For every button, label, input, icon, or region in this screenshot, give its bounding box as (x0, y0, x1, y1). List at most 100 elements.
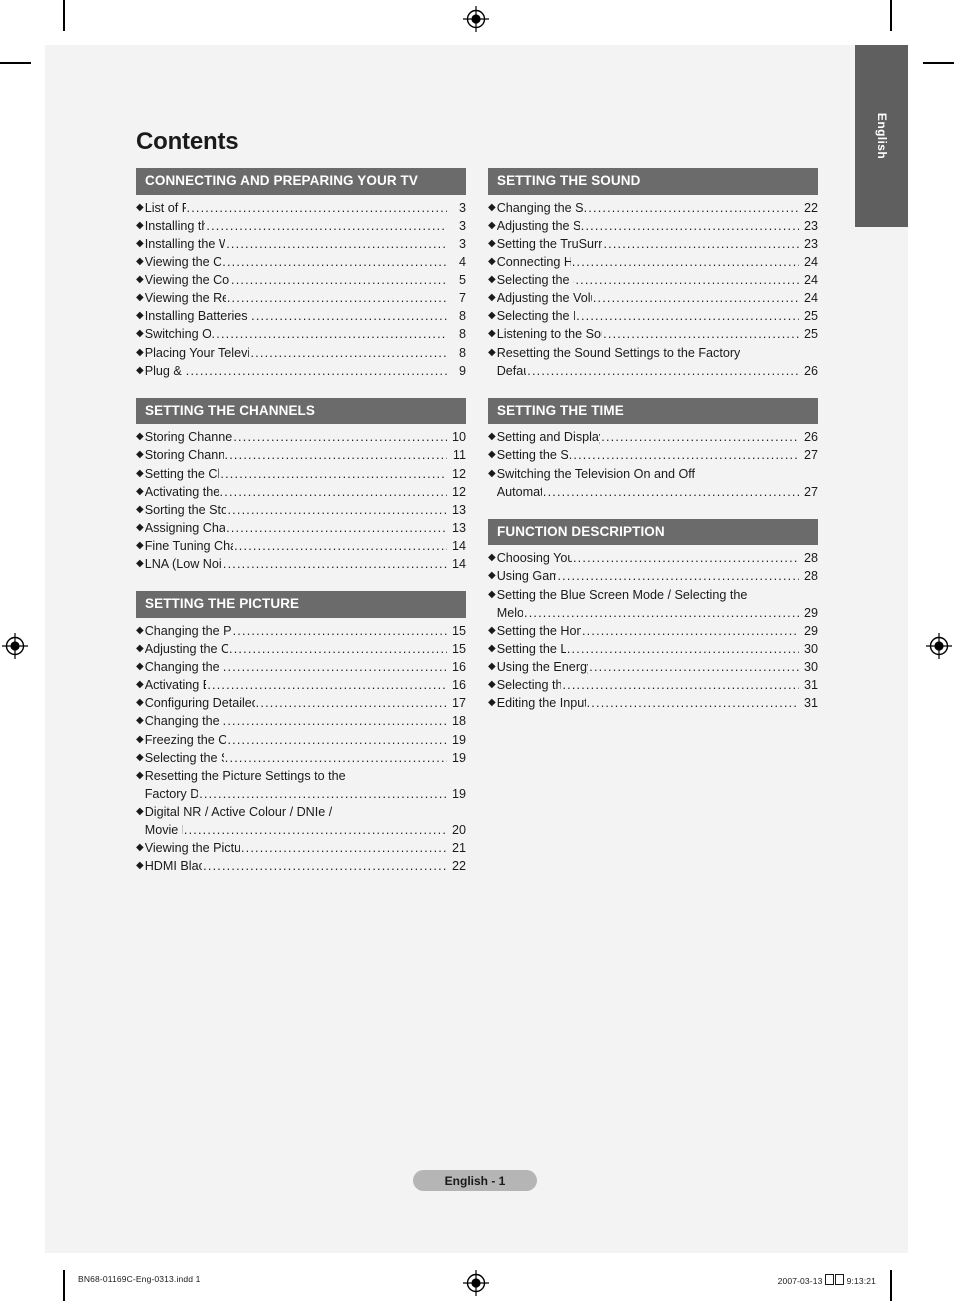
toc-entry-label: Viewing the Remote Control (144, 291, 226, 306)
toc-entry[interactable]: ◆Choosing Your Language.................… (488, 549, 818, 567)
toc-entry-page: 24 (803, 273, 818, 288)
toc-entry[interactable]: ◆Installing the Wall Mount Kit..........… (136, 235, 466, 253)
toc-entry[interactable]: ◆Setting the Channel Lists..............… (136, 465, 466, 483)
toc-entry[interactable]: ◆Adjusting the Sound Settings...........… (488, 217, 818, 235)
toc-entry-label: Choosing Your Language (496, 551, 572, 566)
toc-leader-dots: ........................................… (222, 557, 447, 572)
toc-entry-page: 3 (458, 236, 466, 251)
toc-entry[interactable]: ◆Selecting the Sound Mode...............… (488, 271, 818, 289)
toc-section-header: SETTING THE PICTURE (136, 591, 466, 618)
toc-entry[interactable]: ◆Plug & Play............................… (136, 362, 466, 380)
toc-entry[interactable]: ◆Storing Channels Automatically.........… (136, 428, 466, 446)
diamond-bullet-icon: ◆ (136, 292, 144, 304)
toc-entry[interactable]: ◆Listening to the Sound of the Sub Pictu… (488, 325, 818, 343)
toc-entry-label: Setting and Displaying the Current Time (496, 430, 601, 445)
toc-entry-page: 14 (451, 539, 466, 554)
toc-entry[interactable]: ◆Connecting Headphones..................… (488, 253, 818, 271)
toc-entry-body: Connecting Headphones...................… (497, 253, 818, 271)
diamond-bullet-icon: ◆ (488, 431, 496, 443)
toc-entry-label: Sorting the Stored Channels (144, 502, 227, 517)
toc-entry[interactable]: ◆Viewing the Remote Control.............… (136, 289, 466, 307)
toc-entry-body: Setting the Blue Screen Mode / Selecting… (497, 586, 818, 622)
toc-entry-body: Switching On and Off....................… (145, 325, 466, 343)
toc-entry[interactable]: ◆LNA (Low Noise Amplifier)..............… (136, 555, 466, 573)
toc-entry[interactable]: ◆ Digital NR / Active Colour / DNIe / Movi… (136, 803, 466, 839)
toc-entry-page: 9 (458, 363, 466, 378)
toc-entry[interactable]: ◆Using Game Mode........................… (488, 567, 818, 585)
toc-entry[interactable]: ◆Viewing the Connection Panel...........… (136, 271, 466, 289)
registration-mark-left (2, 633, 28, 659)
toc-entry[interactable]: ◆Fine Tuning Channel Reception..........… (136, 537, 466, 555)
toc-entry-page: 22 (803, 200, 818, 215)
toc-entry[interactable]: ◆Sorting the Stored Channels............… (136, 501, 466, 519)
toc-entry[interactable]: ◆Placing Your Television in Standby Mode… (136, 344, 466, 362)
toc-entry[interactable]: ◆Setting and Displaying the Current Time… (488, 428, 818, 446)
toc-entry-body: Adjusting the Sound Settings............… (497, 217, 818, 235)
toc-entry[interactable]: ◆Selecting the Screen Mode..............… (136, 749, 466, 767)
toc-entry[interactable]: ◆Activating Backlight...................… (136, 676, 466, 694)
toc-entry[interactable]: ◆Selecting the Source...................… (488, 676, 818, 694)
toc-entry[interactable]: ◆Activating the Child Lock..............… (136, 483, 466, 501)
toc-entry[interactable]: ◆Installing the Stand...................… (136, 217, 466, 235)
toc-entry[interactable]: ◆Storing Channels Manually..............… (136, 446, 466, 464)
toc-entry[interactable]: ◆ Resetting the Sound Settings to the Fac… (488, 344, 818, 380)
missing-cjk-glyph-1 (825, 1274, 835, 1285)
toc-entry[interactable]: ◆ Switching the Television On and Off Auto… (488, 465, 818, 501)
toc-section: SETTING THE SOUND◆Changing the Sound Sta… (488, 168, 818, 380)
toc-entry[interactable]: ◆Viewing the Picture In Picture (PIP)...… (136, 839, 466, 857)
toc-leader-dots: ........................................… (527, 363, 799, 378)
diamond-bullet-icon: ◆ (136, 449, 144, 461)
toc-entry[interactable]: ◆Assigning Channels Names...............… (136, 519, 466, 537)
toc-entry[interactable]: ◆ Setting the Blue Screen Mode / Selectin… (488, 586, 818, 622)
toc-leader-dots: ........................................… (224, 750, 447, 765)
toc-leader-dots: ........................................… (572, 551, 799, 566)
toc-entry[interactable]: ◆Setting the Home Theater PC............… (488, 622, 818, 640)
toc-entry-label: Using the Energy Saving Feature (496, 660, 589, 675)
toc-entry-body: Adjusting the Volume Automatically......… (497, 289, 818, 307)
toc-entry-label: Viewing the Control Panel (144, 254, 222, 269)
toc-leader-dots: ........................................… (250, 345, 447, 360)
toc-entry[interactable]: ◆Setting the Light Effect...............… (488, 640, 818, 658)
toc-entry[interactable]: ◆Changing the Picture Standard..........… (136, 622, 466, 640)
toc-list: ◆Setting and Displaying the Current Time… (488, 424, 818, 501)
toc-entry-label: Selecting the Source (496, 678, 562, 693)
toc-entry[interactable]: ◆Changing the Picture Size..............… (136, 712, 466, 730)
toc-entry[interactable]: ◆Selecting the Internal Mute............… (488, 307, 818, 325)
toc-entry[interactable]: ◆List of Parts..........................… (136, 199, 466, 217)
toc-entry[interactable]: ◆Changing the Colour Tone...............… (136, 658, 466, 676)
toc-entry-label: Resetting the Picture Settings to the (144, 768, 346, 783)
toc-entry-label: Setting the Home Theater PC (496, 623, 581, 638)
toc-entry-page: 18 (451, 714, 466, 729)
toc-entry[interactable]: ◆Editing the Input Source Names.........… (488, 694, 818, 712)
toc-entry-body: Adjusting the Custom Picture............… (145, 640, 466, 658)
toc-entry-body: Setting the Home Theater PC.............… (497, 622, 818, 640)
toc-entry[interactable]: ◆HDMI Black Level.......................… (136, 857, 466, 875)
toc-leader-dots: ........................................… (586, 696, 799, 711)
toc-entry[interactable]: ◆Using the Energy Saving Feature........… (488, 658, 818, 676)
diamond-bullet-icon: ◆ (136, 558, 144, 570)
toc-leader-dots: ........................................… (226, 520, 447, 535)
toc-entry[interactable]: ◆Setting the TruSurround XT (SRS TS XT).… (488, 235, 818, 253)
toc-leader-dots: ........................................… (207, 678, 447, 693)
toc-entry[interactable]: ◆Changing the Sound Standard............… (488, 199, 818, 217)
toc-entry[interactable]: ◆Freezing the Current Picture...........… (136, 731, 466, 749)
diamond-bullet-icon: ◆ (488, 624, 496, 636)
toc-entry-label-continued: Factory Defaults (144, 786, 199, 801)
toc-entry[interactable]: ◆Adjusting the Volume Automatically.....… (488, 289, 818, 307)
toc-leader-dots: ........................................… (219, 484, 447, 499)
toc-entry[interactable]: ◆Installing Batteries in the Remote Cont… (136, 307, 466, 325)
toc-entry[interactable]: ◆ Resetting the Picture Settings to the Fa… (136, 767, 466, 803)
toc-entry[interactable]: ◆Setting the Sleep Timer................… (488, 446, 818, 464)
toc-leader-dots: ........................................… (231, 273, 447, 288)
toc-entry-body: Viewing the Remote Control..............… (145, 289, 466, 307)
toc-entry-label: Changing the Picture Size (144, 714, 222, 729)
toc-entry[interactable]: ◆Switching On and Off...................… (136, 325, 466, 343)
toc-entry-page: 23 (803, 236, 818, 251)
toc-entry[interactable]: ◆Viewing the Control Panel..............… (136, 253, 466, 271)
toc-entry[interactable]: ◆Configuring Detailed Settings on the Pi… (136, 694, 466, 712)
toc-entry[interactable]: ◆Adjusting the Custom Picture...........… (136, 640, 466, 658)
toc-leader-dots: ........................................… (206, 218, 447, 233)
toc-column-right: SETTING THE SOUND◆Changing the Sound Sta… (488, 168, 818, 894)
toc-entry-page: 8 (458, 309, 466, 324)
toc-entry-body: Installing Batteries in the Remote Contr… (145, 307, 466, 325)
